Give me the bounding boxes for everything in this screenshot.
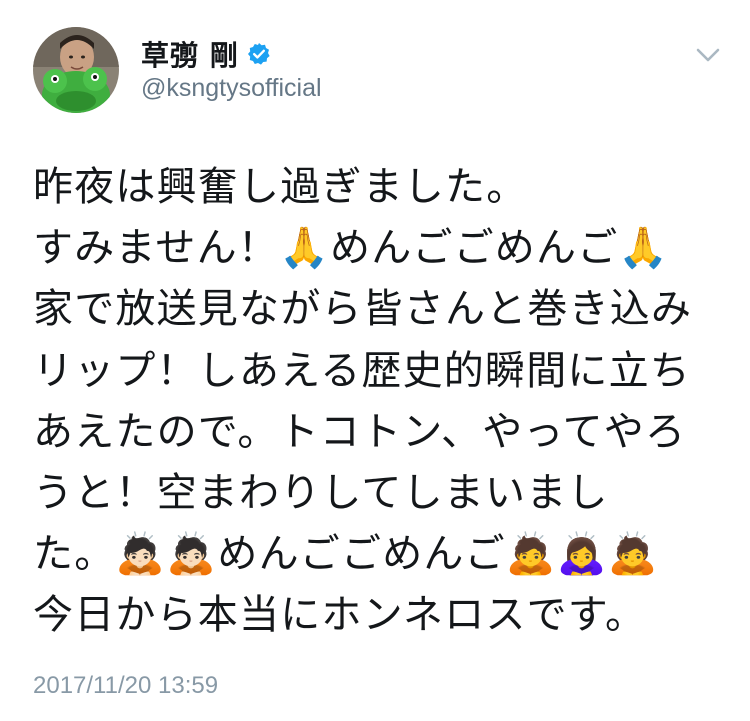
tweet-text: 昨夜は興奮し過ぎました。 すみません！🙏めんごごめんご🙏 家で放送見ながら皆さん…	[33, 157, 723, 647]
tweet-text-line: うと！空まわりしてしまいまし	[33, 469, 609, 516]
display-name[interactable]: 草彅 剛	[141, 34, 239, 74]
tweet-text-line: あえたので。トコトン、やってやろ	[33, 408, 687, 455]
verified-badge-icon	[247, 42, 271, 66]
tweet-timestamp[interactable]: 2017/11/20 13:59	[33, 672, 218, 700]
tweet-text-line: リップ！しあえる歴史的瞬間に立ち	[33, 347, 691, 394]
tweet-text-line: 家で放送見ながら皆さんと巻き込み	[33, 286, 693, 333]
tweet-text-line: た。🙇🏻🙇🏻めんごごめんご🙇🙇‍♀️🙇	[33, 531, 659, 578]
name-row: 草彅 剛	[141, 36, 271, 72]
tweet-text-line: 昨夜は興奮し過ぎました。	[33, 164, 528, 210]
avatar-image	[33, 27, 119, 113]
user-handle[interactable]: @ksngtysofficial	[141, 74, 322, 103]
tweet-text-line: すみません！🙏めんごごめんご🙏	[33, 225, 670, 272]
chevron-down-icon[interactable]	[690, 42, 726, 68]
tweet-text-line: 今日から本当にホンネロスです。	[33, 592, 647, 639]
tweet-card: 草彅 剛 @ksngtysofficial 昨夜は興奮し過ぎました。 すみません…	[0, 0, 750, 721]
avatar[interactable]	[33, 27, 119, 113]
